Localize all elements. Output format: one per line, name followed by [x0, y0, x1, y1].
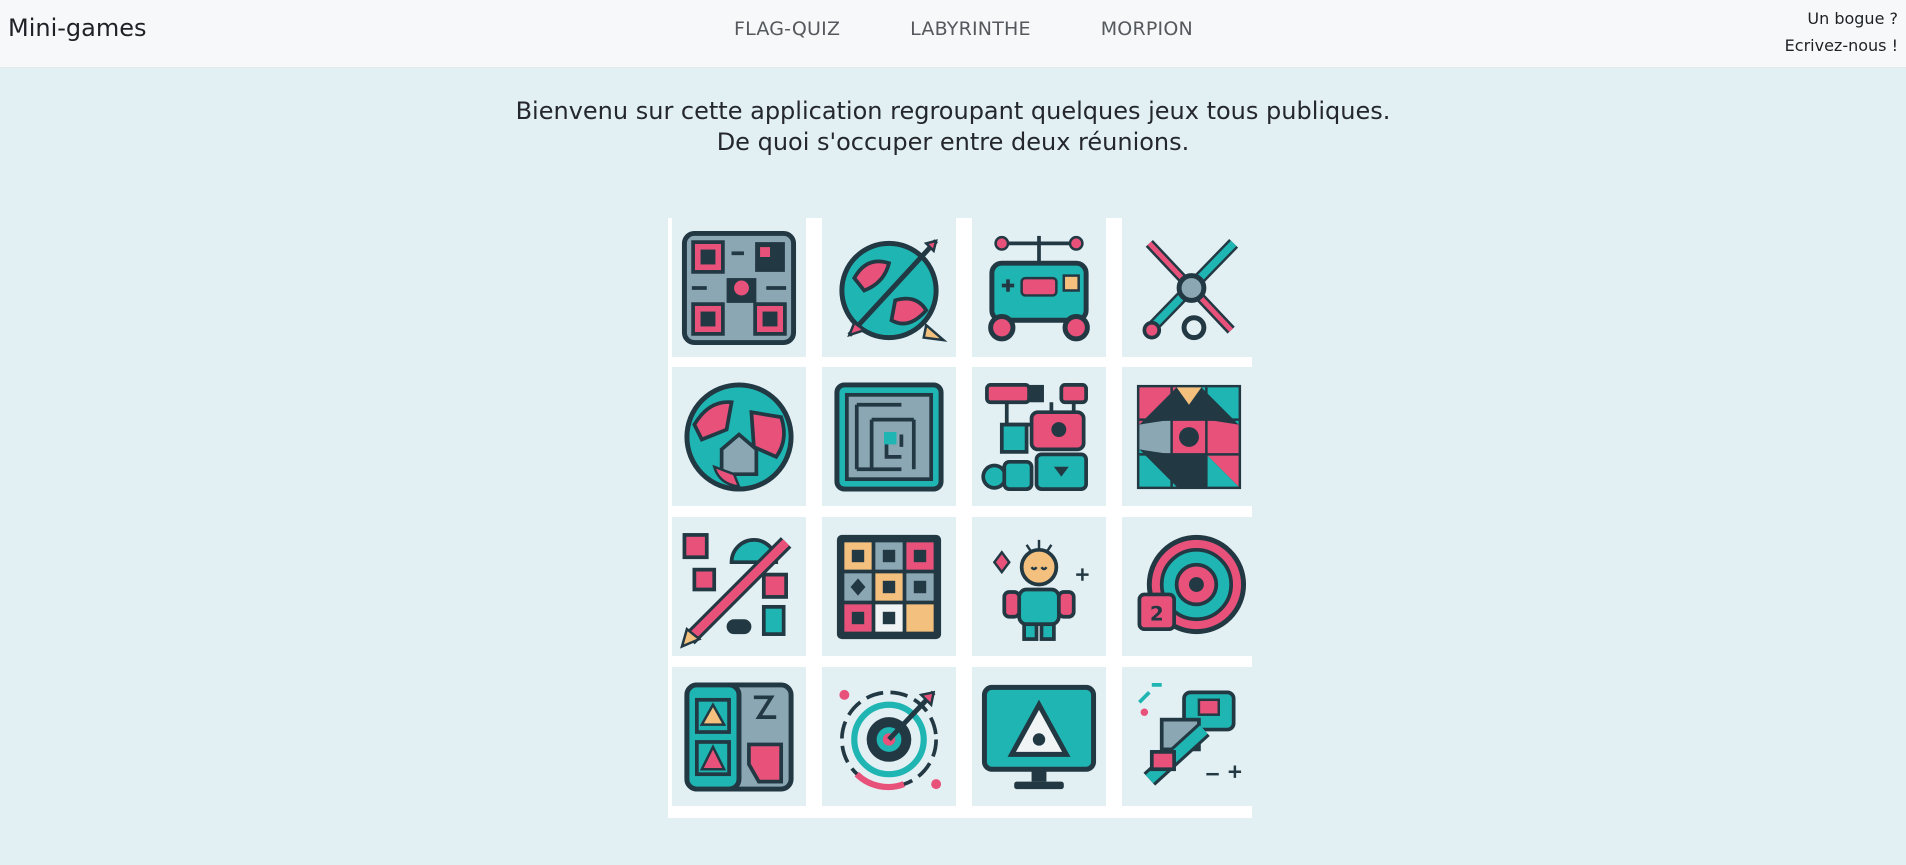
nav-flag-quiz[interactable]: FLAG-QUIZ	[734, 18, 840, 40]
game-tile-9[interactable]	[672, 517, 806, 656]
bug-report-line1: Un bogue ?	[1807, 9, 1898, 28]
svg-text:2: 2	[1150, 602, 1164, 625]
blocks-arrow-icon	[1138, 682, 1242, 786]
welcome-line1: Bienvenu sur cette application regroupan…	[515, 97, 1391, 125]
game-tile-11[interactable]	[972, 517, 1106, 656]
nav-morpion[interactable]: MORPION	[1101, 18, 1193, 40]
game-tile-7[interactable]	[972, 367, 1106, 506]
welcome-line2: De quoi s'occuper entre deux réunions.	[716, 128, 1190, 156]
target-arrow-icon	[839, 689, 942, 790]
navbar: Mini-games FLAG-QUIZ LABYRINTHE MORPION …	[0, 0, 1906, 68]
globe-dart-icon	[839, 238, 948, 342]
geometric-puzzle-icon	[1136, 384, 1242, 489]
nav-labyrinthe[interactable]: LABYRINTHE	[910, 18, 1031, 40]
game-tile-15[interactable]	[972, 667, 1106, 806]
spiral-badge-icon: 2	[1137, 534, 1247, 634]
brand-title[interactable]: Mini-games	[8, 14, 147, 42]
maze-icon	[834, 381, 944, 492]
game-tile-12[interactable]: 2	[1122, 517, 1256, 656]
game-tile-8[interactable]	[1122, 367, 1256, 506]
split-panel-icon	[684, 681, 794, 792]
game-tile-14[interactable]	[822, 667, 956, 806]
crossed-tools-icon	[1142, 238, 1239, 340]
bug-report-line2: Ecrivez-nous !	[1784, 36, 1898, 55]
game-tile-1[interactable]	[672, 218, 806, 357]
game-tile-2[interactable]	[822, 218, 956, 357]
robot-flowchart-icon	[981, 382, 1088, 491]
game-tile-5[interactable]	[672, 367, 806, 506]
game-tile-6[interactable]	[822, 367, 956, 506]
game-tile-13[interactable]	[672, 667, 806, 806]
welcome-message: Bienvenu sur cette application regroupan…	[0, 96, 1906, 158]
memory-grid-icon	[836, 534, 942, 639]
monitor-triangle-icon	[981, 684, 1097, 789]
game-tile-4[interactable]	[1122, 218, 1256, 357]
nav-links: FLAG-QUIZ LABYRINTHE MORPION	[734, 18, 1193, 40]
robot-console-icon	[988, 235, 1090, 341]
world-puzzle-icon	[684, 381, 794, 492]
character-icon	[992, 539, 1089, 641]
game-tile-16[interactable]	[1122, 667, 1256, 806]
bug-report-link[interactable]: Un bogue ? Ecrivez-nous !	[1785, 5, 1898, 59]
game-tile-10[interactable]	[822, 517, 956, 656]
game-tile-3[interactable]	[972, 218, 1106, 357]
qr-code-puzzle-icon	[681, 230, 797, 345]
games-grid: 2	[668, 218, 1256, 818]
pencil-blocks-icon	[680, 532, 792, 649]
